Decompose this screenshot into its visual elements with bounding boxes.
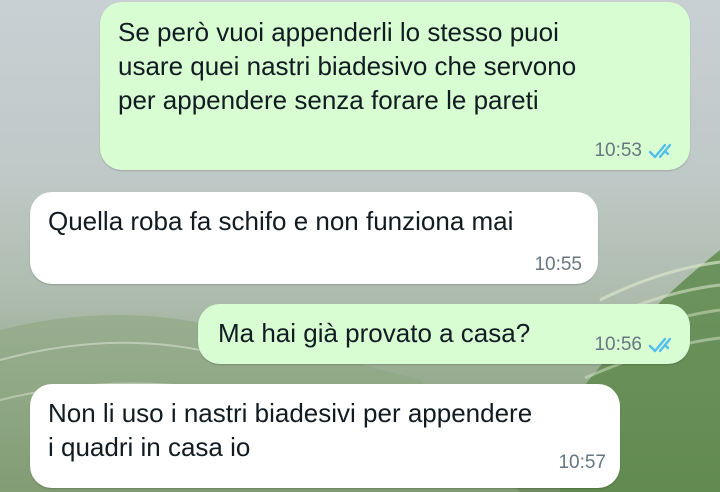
double-check-read-icon [648,337,672,353]
message-time: 10:55 [534,254,582,275]
message-text: Non li uso i nastri biadesivi per append… [48,398,533,462]
message-meta: 10:55 [534,254,582,276]
message-bubble-outgoing[interactable]: Ma hai già provato a casa? 10:56 [198,304,690,364]
message-bubble-incoming[interactable]: Non li uso i nastri biadesivi per append… [30,384,620,488]
message-time: 10:53 [594,140,642,161]
message-time: 10:57 [558,452,606,473]
message-meta: 10:57 [558,452,606,474]
message-text: Se però vuoi appenderli lo stesso puoi u… [118,17,577,115]
message-time: 10:56 [594,334,642,355]
double-check-read-icon [648,143,672,159]
message-bubble-incoming[interactable]: Quella roba fa schifo e non funziona mai… [30,192,598,284]
message-bubble-outgoing[interactable]: Se però vuoi appenderli lo stesso puoi u… [100,2,690,170]
message-text: Ma hai già provato a casa? [218,318,531,348]
message-text: Quella roba fa schifo e non funziona mai [48,206,514,236]
message-meta: 10:53 [594,140,678,162]
message-meta: 10:56 [594,334,678,356]
